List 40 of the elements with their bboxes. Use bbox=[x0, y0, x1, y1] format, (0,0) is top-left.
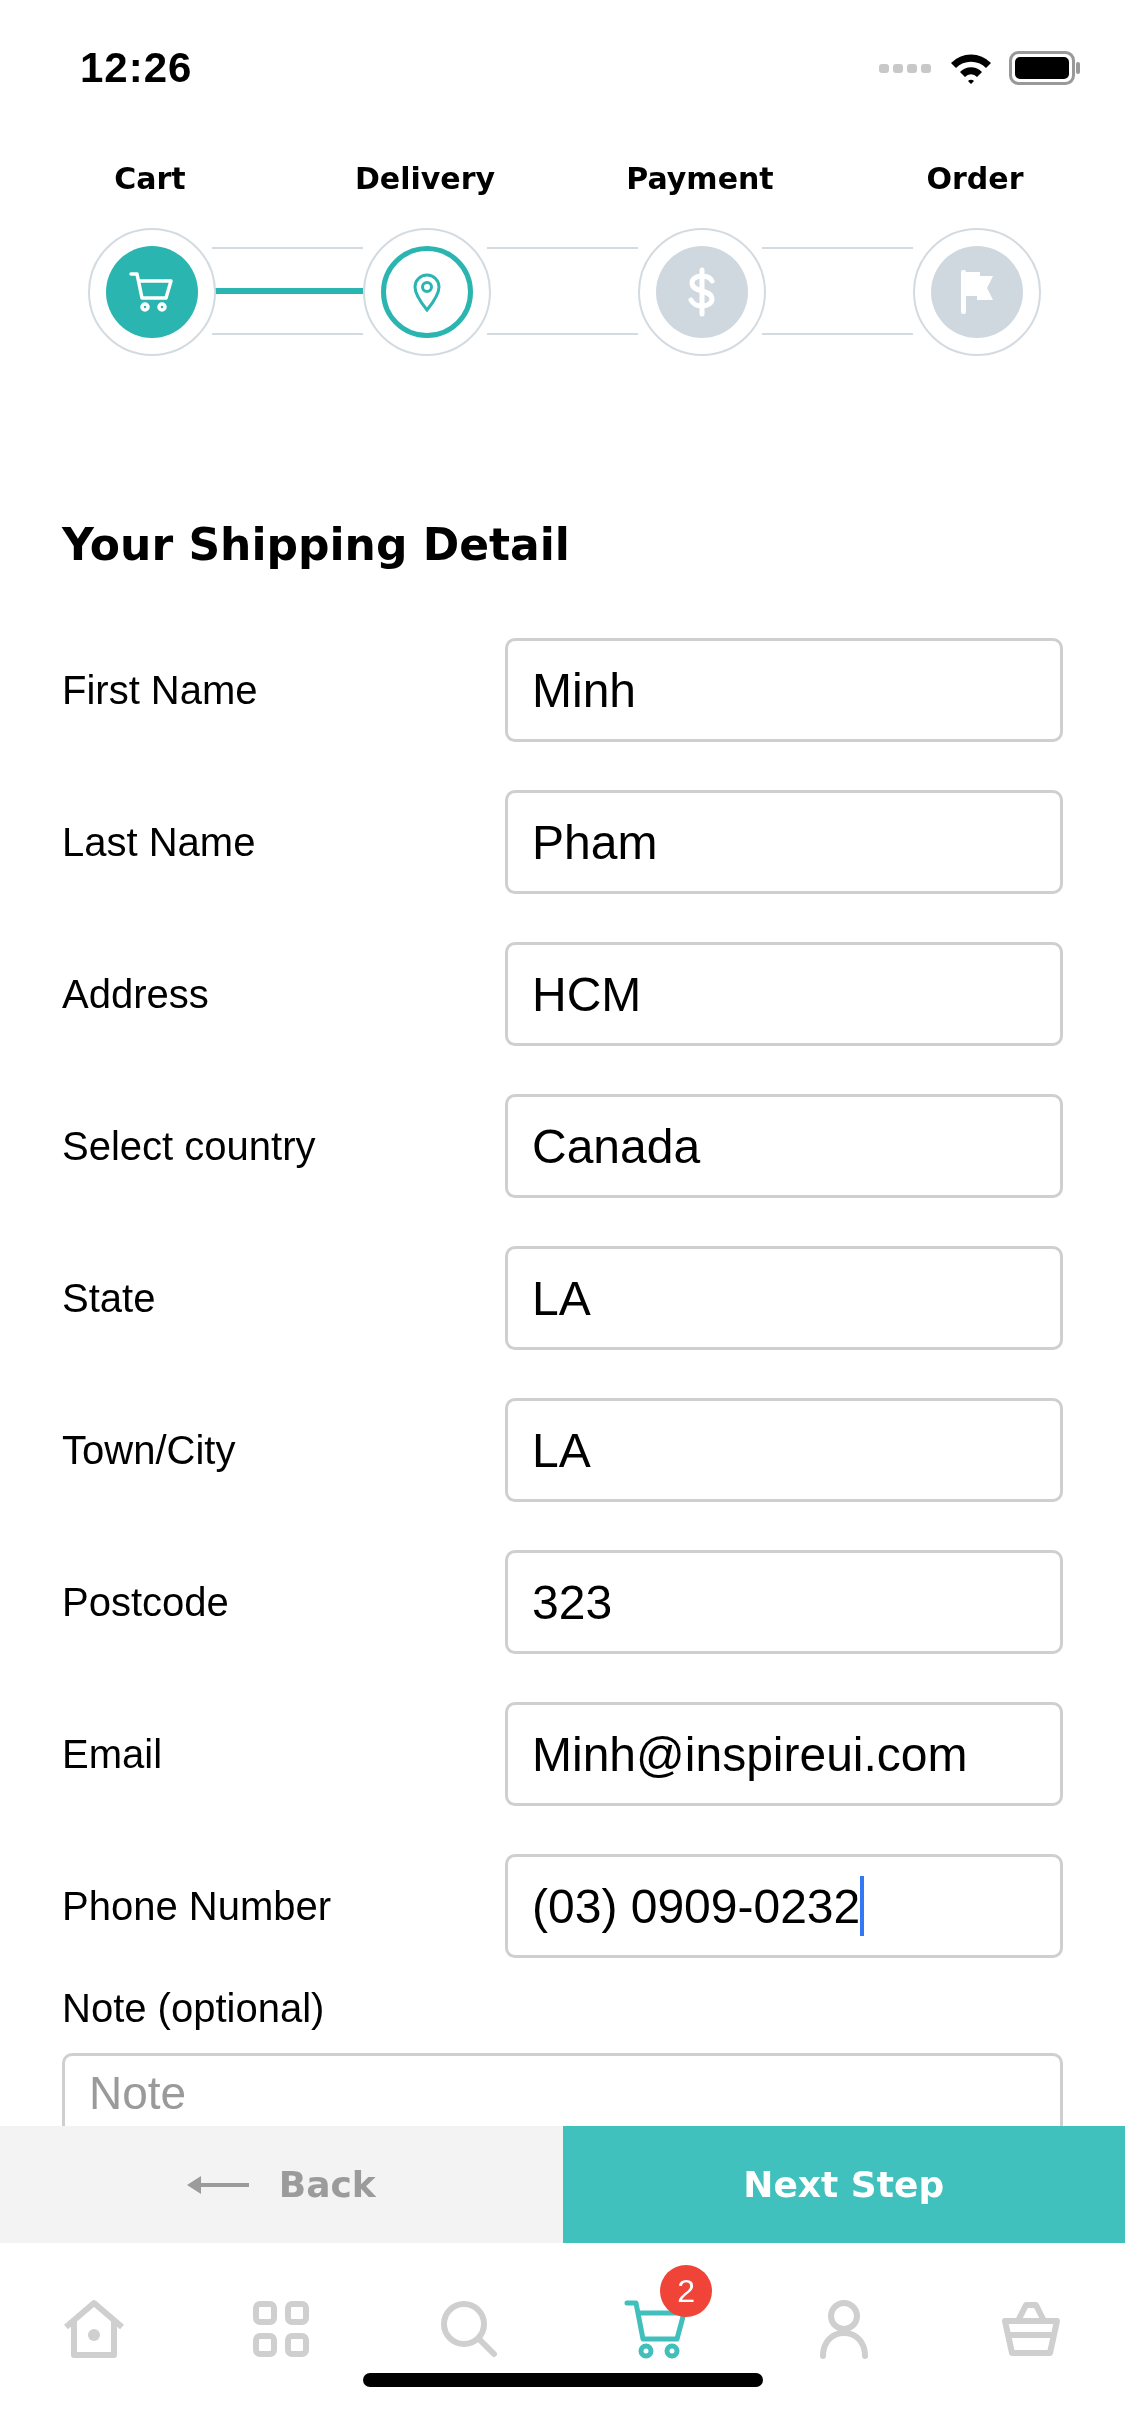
arrow-left-icon bbox=[186, 2174, 249, 2195]
tab-item[interactable]: 2 bbox=[562, 2263, 750, 2363]
input-field[interactable]: Minh bbox=[505, 638, 1063, 742]
field-label: Phone Number bbox=[62, 1883, 333, 1929]
status-time: 12:26 bbox=[80, 44, 193, 92]
search-icon bbox=[439, 2300, 498, 2358]
step-label: Order bbox=[926, 161, 1024, 196]
signal-icon bbox=[879, 62, 933, 74]
field-label: Address bbox=[62, 971, 210, 1017]
input-field[interactable]: LA bbox=[505, 1398, 1063, 1502]
input-field[interactable]: HCM bbox=[505, 942, 1063, 1046]
basket-icon bbox=[1002, 2301, 1061, 2357]
user-icon bbox=[818, 2299, 869, 2359]
cart-icon bbox=[129, 271, 175, 313]
cart-count-badge: 2 bbox=[660, 2265, 713, 2317]
input-field[interactable]: Pham bbox=[505, 790, 1063, 894]
input-field[interactable]: LA bbox=[505, 1246, 1063, 1350]
field-label: Postcode bbox=[62, 1579, 230, 1625]
step-label: Delivery bbox=[354, 161, 496, 196]
dollar-icon bbox=[687, 267, 717, 317]
grid-icon bbox=[253, 2301, 310, 2357]
battery-icon bbox=[1009, 51, 1081, 85]
step-label: Payment bbox=[626, 161, 774, 196]
input-field[interactable]: (03) 0909-0232 bbox=[505, 1854, 1063, 1958]
field-label: Note (optional) bbox=[62, 1986, 326, 2031]
input-field[interactable]: Minh@inspireui.com bbox=[505, 1702, 1063, 1806]
step-label: Cart bbox=[114, 161, 186, 196]
field-label: Last Name bbox=[62, 819, 257, 865]
note-field[interactable]: Note bbox=[62, 2053, 1063, 2126]
field-label: State bbox=[62, 1275, 157, 1321]
field-label: Select country bbox=[62, 1123, 317, 1169]
field-label: Email bbox=[62, 1731, 164, 1777]
field-label: First Name bbox=[62, 667, 259, 713]
input-field[interactable]: Canada bbox=[505, 1094, 1063, 1198]
field-label: Town/City bbox=[62, 1427, 237, 1473]
flag-icon bbox=[959, 268, 995, 316]
input-field[interactable]: 323 bbox=[505, 1550, 1063, 1654]
home-icon bbox=[61, 2299, 126, 2359]
location-pin-icon bbox=[412, 272, 442, 312]
section-title: Your Shipping Detail bbox=[62, 519, 571, 570]
